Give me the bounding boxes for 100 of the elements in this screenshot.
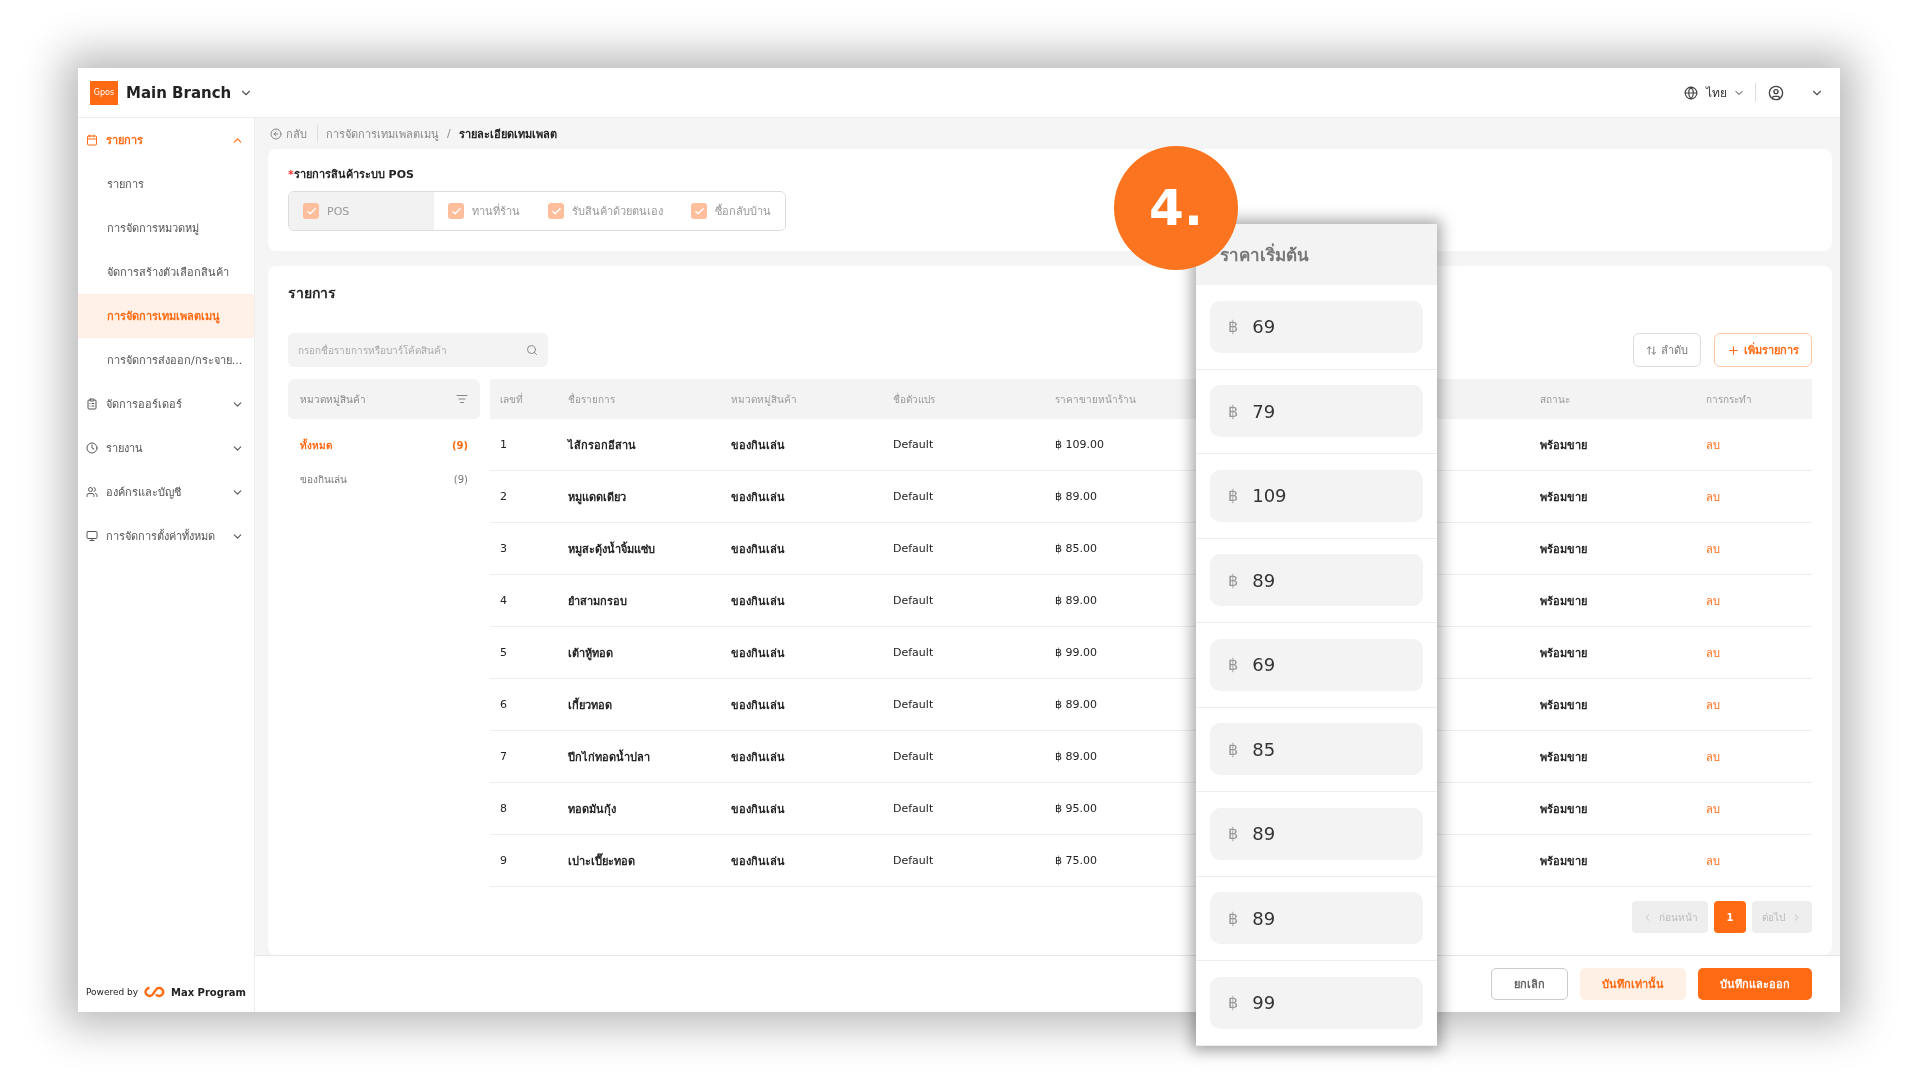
price-field[interactable]: ฿ 89 (1210, 807, 1423, 860)
breadcrumb-separator: / (447, 127, 451, 140)
sidebar-item[interactable]: การจัดการส่งออก/กระจาย... (78, 338, 254, 382)
table-cell-text: ทอดมันกุ้ง (567, 801, 617, 818)
price-field[interactable]: ฿ 89 (1210, 892, 1423, 945)
search-field[interactable]: กรอกชื่อรายการหรือบาร์โค้ดสินค้า (288, 333, 548, 367)
table-cell-text: 2 (499, 490, 508, 503)
column-header: สถานะ (1539, 392, 1571, 407)
table-cell-text: ของกินเล่น (730, 697, 786, 714)
table-cell-text: ของกินเล่น (730, 749, 786, 766)
delete-link[interactable]: ลบ (1706, 747, 1720, 766)
sidebar-section[interactable]: องค์กรและบัญชี (78, 470, 254, 514)
table-cell-text: 1 (499, 438, 508, 451)
branch-selector[interactable]: Main Branch (126, 83, 232, 102)
delete-link[interactable]: ลบ (1706, 435, 1720, 454)
delete-link[interactable]: ลบ (1706, 591, 1720, 610)
table-cell-text: Default (892, 750, 935, 763)
save-button[interactable]: บันทึกและออก (1698, 968, 1812, 1000)
table-cell-text: เปาะเปี๊ยะทอด (567, 852, 636, 870)
globe-icon (1684, 85, 1698, 100)
logo: Gpos (90, 80, 118, 105)
column-header: เลขที่ (499, 391, 524, 407)
table-cell-text: ของกินเล่น (730, 593, 786, 610)
table-cell-text: 7 (499, 750, 508, 763)
breadcrumb-item[interactable]: การจัดการเทมเพลตเมนู (326, 124, 439, 143)
table-cell-text: หมูสะดุ้งน้ำจิ้มแซ่บ (567, 540, 656, 558)
table-cell-text: เต้าหู้ทอด (567, 645, 614, 662)
sidebar-section[interactable]: การจัดการตั้งค่าทั้งหมด (78, 514, 254, 558)
price-field[interactable]: ฿ 85 (1210, 723, 1423, 776)
plus-icon (1727, 343, 1740, 357)
category-header: หมวดหมู่สินค้า (288, 379, 480, 419)
table-cell-text: Default (892, 802, 935, 815)
back-button[interactable]: กลับ (270, 124, 318, 143)
delete-link[interactable]: ลบ (1706, 695, 1720, 714)
sidebar-section[interactable]: จัดการออร์เดอร์ (78, 382, 254, 426)
price-field[interactable]: ฿ 109 (1210, 469, 1423, 522)
calendar-icon (86, 134, 98, 146)
table-cell-text: ฿ 95.00 (1054, 802, 1098, 815)
table-cell-text: พร้อมขาย (1539, 541, 1588, 558)
category-item[interactable]: ทั้งหมด (9) (288, 428, 480, 462)
delete-link[interactable]: ลบ (1706, 487, 1720, 506)
clipboard-icon (86, 398, 98, 410)
category-item[interactable]: ของกินเล่น (9) (288, 462, 480, 496)
table-cell-text: หมูแดดเดียว (567, 489, 627, 506)
sidebar-section[interactable]: รายงาน (78, 426, 254, 470)
table-cell-text: ของกินเล่น (730, 801, 786, 818)
column-header: การกระทำ (1705, 392, 1753, 407)
column-header: ชื่อรายการ (567, 391, 616, 407)
breadcrumb-item: รายละเอียดเทมเพลต (458, 126, 557, 143)
table-cell-text: พร้อมขาย (1539, 749, 1588, 766)
table-cell-text: ของกินเล่น (730, 853, 786, 870)
table-cell-text: พร้อมขาย (1539, 697, 1588, 714)
table-cell-text: ของกินเล่น (730, 489, 786, 506)
delete-link[interactable]: ลบ (1706, 643, 1720, 662)
price-field[interactable]: ฿ 99 (1210, 976, 1423, 1029)
table-cell-text: พร้อมขาย (1539, 801, 1588, 818)
table-cell-text: ฿ 89.00 (1054, 750, 1098, 763)
table-cell-text: Default (892, 438, 935, 451)
powered-by-text: Powered by (86, 987, 139, 997)
user-icon[interactable] (1768, 84, 1784, 101)
table-cell-text: เกี้ยวทอด (567, 696, 613, 714)
table-cell-text: พร้อมขาย (1539, 437, 1588, 454)
sort-icon (1646, 344, 1657, 356)
sidebar-section[interactable]: รายการ (78, 118, 254, 162)
delete-link[interactable]: ลบ (1706, 799, 1720, 818)
panel-header: ราคาเริ่มต้น (1196, 224, 1437, 285)
table-cell-text: พร้อมขาย (1539, 853, 1588, 870)
page-button[interactable]: 1 (1714, 901, 1746, 933)
price-field[interactable]: ฿ 89 (1210, 554, 1423, 607)
table-cell-text: พร้อมขาย (1539, 645, 1588, 662)
section-title: รายการ (288, 284, 337, 302)
table-cell-text: 8 (499, 802, 508, 815)
save-button[interactable]: บันทึกเท่านั้น (1580, 968, 1686, 1000)
check-icon (693, 205, 705, 217)
delete-link[interactable]: ลบ (1706, 851, 1720, 870)
language-selector[interactable]: ไทย (1706, 83, 1756, 102)
price-field[interactable]: ฿ 79 (1210, 385, 1423, 438)
check-icon (550, 205, 562, 217)
price-field[interactable]: ฿ 69 (1210, 638, 1423, 691)
sidebar-item[interactable]: จัดการสร้างตัวเลือกสินค้า (78, 250, 254, 294)
brand-name: Max Program (170, 986, 246, 998)
monitor-icon (86, 530, 98, 542)
filter-icon[interactable] (456, 393, 468, 405)
add-button[interactable]: เพิ่มรายการ (1714, 333, 1812, 367)
table-cell-text: 6 (499, 698, 508, 711)
sidebar-item[interactable]: รายการ (78, 162, 254, 206)
table-cell-text: Default (892, 854, 935, 867)
sidebar-item[interactable]: การจัดการเทมเพลตเมนู (78, 294, 254, 338)
cancel-button[interactable]: ยกเลิก (1491, 968, 1568, 1000)
check-icon (450, 205, 462, 217)
delete-link[interactable]: ลบ (1706, 539, 1720, 558)
table-cell-text: ฿ 89.00 (1054, 594, 1098, 607)
sort-button[interactable]: ลำดับ (1633, 333, 1701, 367)
column-header: ราคาขายหน้าร้าน (1054, 392, 1137, 407)
field-label: *รายการสินค้าระบบ POS (288, 167, 415, 183)
table-cell-text: ฿ 109.00 (1054, 438, 1105, 451)
sidebar-item[interactable]: การจัดการหมวดหมู่ (78, 206, 254, 250)
table-cell-text: ไส้กรอกอีสาน (566, 437, 637, 454)
price-field[interactable]: ฿ 69 (1210, 300, 1423, 353)
column-header: ชื่อตัวแปร (892, 391, 936, 407)
